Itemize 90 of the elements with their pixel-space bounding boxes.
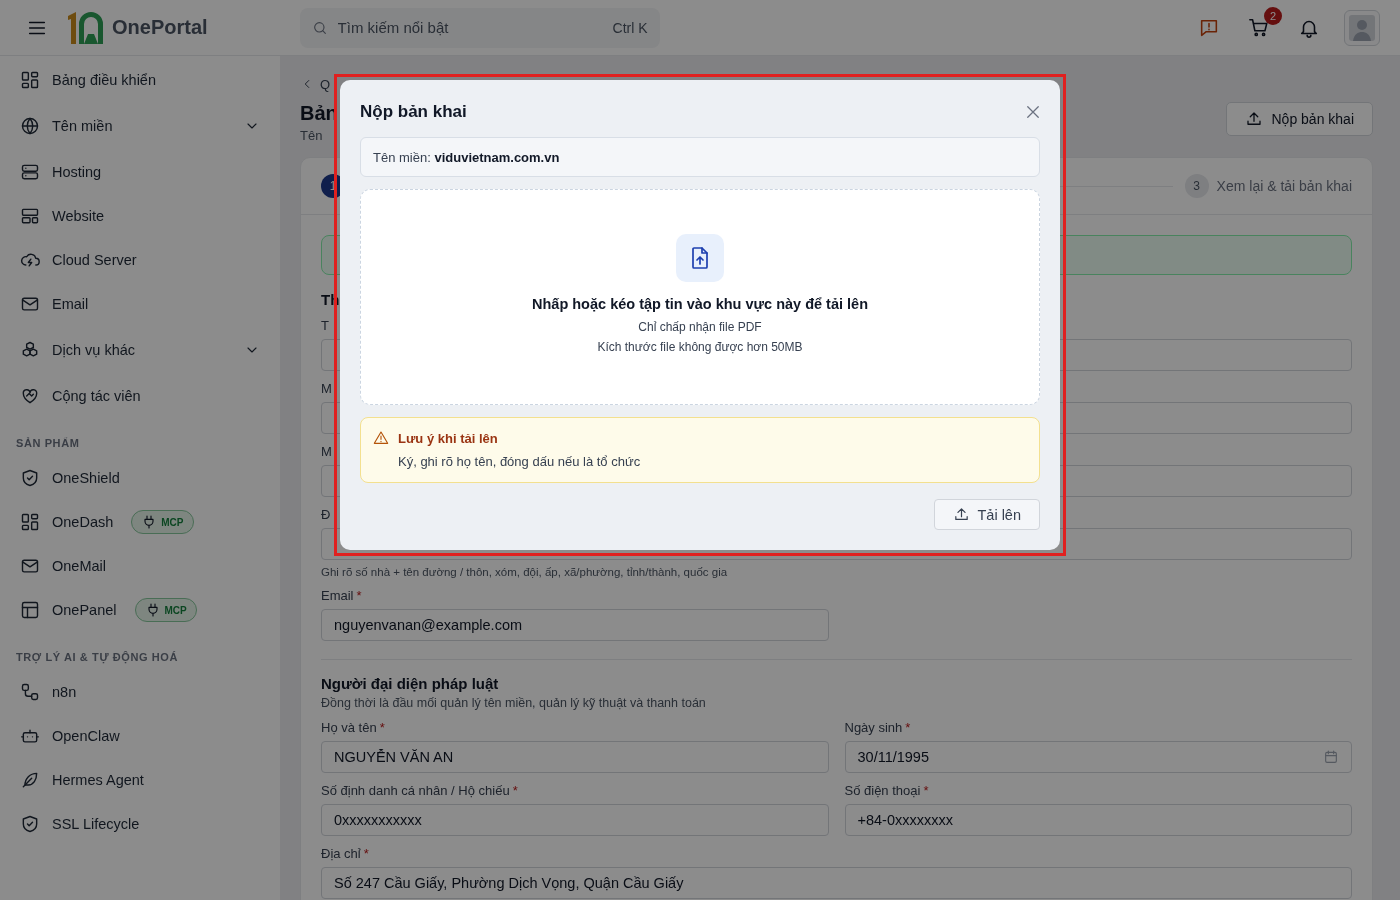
date-field[interactable]: 30/11/1995: [844, 741, 1352, 773]
shortcut-hint: Ctrl K: [612, 19, 648, 36]
drop-hint: Kích thước file không được hơn 50MB: [597, 340, 803, 354]
heart-icon: [20, 386, 40, 406]
text-field[interactable]: nguyenvanan@example.com: [321, 609, 829, 641]
sidebar-item[interactable]: Dịch vụ khác: [0, 326, 280, 374]
mail-icon: [20, 556, 40, 576]
search-bar[interactable]: Tìm kiếm nổi bật Ctrl K: [299, 7, 660, 48]
step-number: 3: [1184, 174, 1209, 198]
field-label: Số điện thoại: [844, 783, 921, 799]
field-label: Đ: [321, 507, 331, 523]
text-field[interactable]: NGUYỄN VĂN AN: [321, 741, 829, 773]
breadcrumb-link[interactable]: Q: [300, 74, 1373, 94]
sidebar-item[interactable]: Cloud Server: [0, 238, 280, 282]
required-mark: *: [363, 846, 369, 862]
shield-icon: [20, 468, 40, 488]
sidebar-item[interactable]: OneMail: [0, 544, 280, 588]
brand-name: OnePortal: [112, 16, 208, 39]
text-field[interactable]: Số 247 Cầu Giấy, Phường Dịch Vọng, Quận Cầu Giấy: [321, 867, 1352, 899]
required-mark: *: [905, 720, 911, 736]
text-field[interactable]: 0xxxxxxxxxxx: [321, 804, 829, 836]
close-button[interactable]: [1024, 103, 1042, 121]
search-input[interactable]: Tìm kiếm nổi bật: [335, 18, 605, 37]
required-mark: *: [379, 720, 385, 736]
required-mark: *: [923, 783, 929, 799]
sidebar-item[interactable]: Hermes Agent: [0, 758, 280, 802]
field-label: Họ và tên: [321, 720, 377, 736]
domain-info: Tên miền: viduvietnam.com.vn: [360, 137, 1040, 177]
upload-button[interactable]: Tải lên: [934, 499, 1040, 530]
sidebar-item[interactable]: Hosting: [0, 150, 280, 194]
section-heading: SẢN PHẨM: [15, 436, 81, 451]
upload-icon: [1245, 110, 1264, 128]
layout-icon: [20, 206, 40, 226]
panel-icon: [20, 600, 40, 620]
warning-title: Lưu ý khi tải lên: [398, 430, 498, 446]
sidebar-item[interactable]: Email: [0, 282, 280, 326]
sidebar-item[interactable]: SSL Lifecycle: [0, 802, 280, 846]
upload-icon: [953, 506, 971, 523]
field-hint: Ghi rõ số nhà + tên đường / thôn, xóm, đội, ấp, xã/phường, tỉnh/thành, quốc gia: [321, 566, 729, 578]
cubes-icon: [20, 340, 40, 360]
drop-zone[interactable]: Nhấp hoặc kéo tập tin vào khu vực này để tải lên Chỉ chấp nhận file PDF Kích thước file không được hơn 50MB: [360, 189, 1040, 405]
field-label: T: [321, 318, 329, 334]
section-title: Người đại diện pháp luật: [321, 675, 500, 692]
required-mark: *: [512, 783, 518, 799]
warning-icon: [373, 430, 389, 446]
required-mark: *: [356, 588, 362, 604]
badge-text: MCP: [161, 516, 184, 528]
field-label: Địa chỉ: [321, 846, 361, 862]
logo-icon: [66, 9, 104, 46]
feather-icon: [20, 770, 40, 790]
sidebar-item[interactable]: OneDash MCP: [0, 500, 280, 544]
flow-icon: [20, 682, 40, 702]
sidebar-item[interactable]: Website: [0, 194, 280, 238]
server-icon: [20, 162, 40, 182]
sidebar-item[interactable]: Bảng điều khiển: [0, 58, 280, 102]
field-label: Email: [321, 588, 354, 604]
sidebar-item[interactable]: OpenClaw: [0, 714, 280, 758]
submit-declaration-button[interactable]: Nộp bản khai: [1226, 102, 1373, 136]
dialog-title: Nộp bản khai: [360, 102, 467, 122]
page-subtitle: Tên: [300, 128, 324, 143]
drop-title: Nhấp hoặc kéo tập tin vào khu vực này để tải lên: [532, 296, 868, 312]
section-subtitle: Đồng thời là đầu mối quản lý tên miền, quản lý kỹ thuật và thanh toán: [321, 696, 707, 710]
warning-text: Ký, ghi rõ họ tên, đóng dấu nếu là tổ chức: [398, 454, 642, 469]
field-label: Ngày sinh: [844, 720, 903, 736]
sidebar-item[interactable]: OneShield: [0, 456, 280, 500]
section-heading: TRỢ LÝ AI & TỰ ĐỘNG HOÁ: [15, 650, 180, 666]
step-label: Xem lại & tải bản khai: [1216, 178, 1352, 194]
dashboard-icon: [20, 70, 40, 90]
sidebar-item[interactable]: OnePanel MCP: [0, 588, 280, 632]
calendar-icon: [1323, 749, 1339, 765]
user-silhouette-icon: [1348, 13, 1376, 42]
text-field[interactable]: +84-0xxxxxxxx: [844, 804, 1352, 836]
cart-count: 2: [1264, 6, 1282, 25]
dashboard-icon: [20, 512, 40, 532]
badge-text: MCP: [164, 604, 187, 616]
globe-icon: [20, 116, 40, 136]
close-icon: [1024, 103, 1042, 121]
sidebar-item[interactable]: n8n: [0, 670, 280, 714]
mail-icon: [20, 294, 40, 314]
date-input[interactable]: 30/11/1995: [857, 749, 1323, 765]
field-label: M: [321, 444, 332, 460]
field-label: Số định danh cá nhân / Hộ chiếu: [321, 783, 510, 799]
sidebar-item[interactable]: Tên miền: [0, 102, 280, 150]
cart-icon: [1248, 16, 1270, 39]
sidebar-item[interactable]: Cộng tác viên: [0, 374, 280, 418]
cart-button[interactable]: [1248, 16, 1270, 39]
field-label: M: [321, 381, 332, 397]
shield-icon: [20, 814, 40, 834]
search-icon: [311, 19, 328, 36]
drop-hint: Chỉ chấp nhận file PDF: [638, 320, 762, 334]
